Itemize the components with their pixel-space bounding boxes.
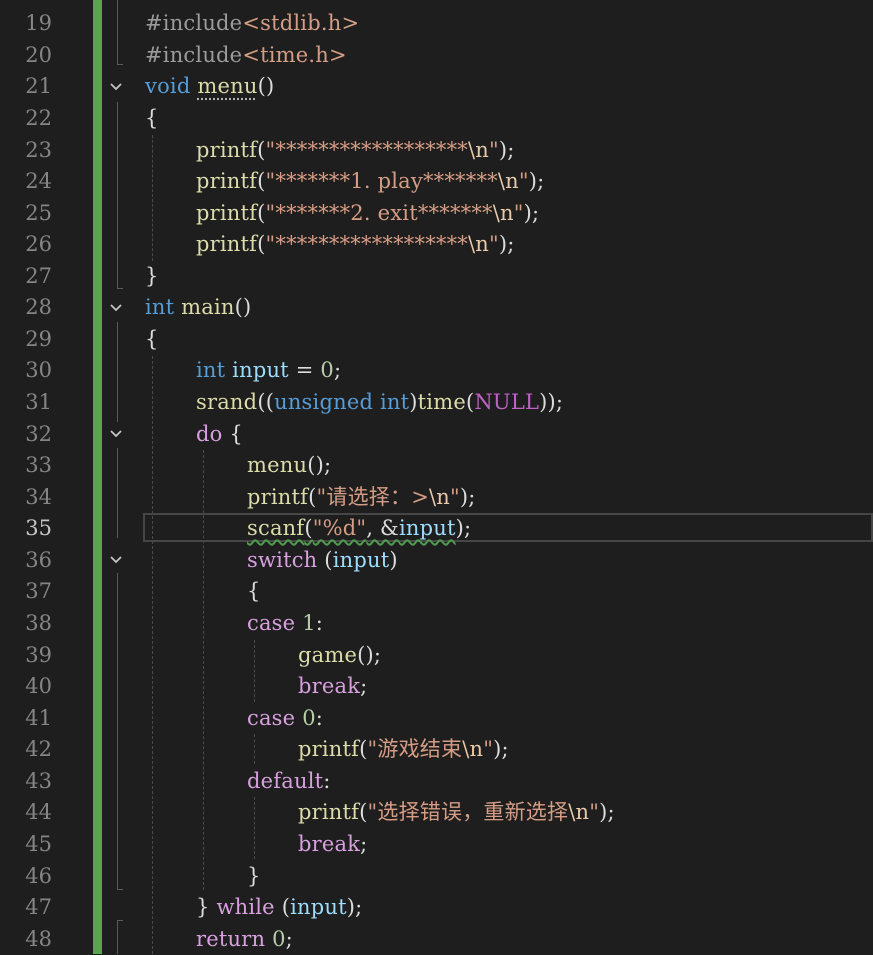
line-number: 24 — [25, 169, 52, 193]
code-line-48: return 0; — [196, 927, 293, 951]
code-line-25: printf("*******2. exit*******\n"); — [196, 201, 540, 225]
code-line-29: { — [145, 327, 159, 351]
line-number: 32 — [25, 422, 52, 446]
line-number: 47 — [25, 895, 52, 919]
indent-guide — [152, 356, 153, 954]
indent-guide — [152, 135, 153, 261]
code-line-26: printf("******************\n"); — [196, 232, 515, 256]
line-number: 46 — [25, 864, 52, 888]
line-number: 40 — [25, 674, 52, 698]
line-number: 36 — [25, 548, 52, 572]
code-editor[interactable]: 19 20 21 22 23 24 25 26 27 28 29 30 31 3… — [0, 0, 873, 954]
code-line-37: { — [247, 579, 261, 603]
outline-line-end — [117, 288, 123, 289]
code-line-21: void menu() — [145, 74, 275, 98]
outline-line — [117, 102, 118, 288]
line-number: 21 — [25, 74, 52, 98]
line-number: 23 — [25, 138, 52, 162]
code-line-47: } while (input); — [196, 895, 363, 919]
line-number: 28 — [25, 295, 52, 319]
outline-line-end — [117, 889, 123, 890]
code-line-35: scanf("%d", &input); — [247, 516, 472, 540]
line-number: 33 — [25, 453, 52, 477]
code-line-30: int input = 0; — [196, 358, 342, 382]
outline-line — [117, 448, 118, 538]
change-indicator-bar — [93, 0, 102, 954]
code-line-38: case 1: — [247, 611, 324, 635]
line-number: 25 — [25, 201, 52, 225]
outline-line — [117, 322, 118, 422]
line-number: 22 — [25, 106, 52, 130]
line-number: 45 — [25, 832, 52, 856]
indent-guide — [254, 640, 255, 702]
code-line-43: default: — [247, 769, 331, 793]
code-line-33: menu(); — [247, 453, 332, 477]
code-line-24: printf("*******1. play*******\n"); — [196, 169, 545, 193]
code-line-34: printf("请选择：>\n"); — [247, 485, 476, 509]
chevron-down-icon[interactable] — [109, 553, 123, 567]
line-number: 48 — [25, 927, 52, 951]
code-line-39: game(); — [298, 643, 382, 667]
chevron-down-icon[interactable] — [109, 301, 123, 315]
line-number: 41 — [25, 706, 52, 730]
indent-guide — [254, 734, 255, 764]
chevron-down-icon[interactable] — [109, 427, 123, 441]
outline-line-end — [117, 64, 123, 65]
outline-line-end — [117, 920, 123, 921]
code-line-28: int main() — [145, 295, 252, 319]
outline-line — [117, 573, 118, 889]
line-number: 39 — [25, 643, 52, 667]
code-line-20: #include<time.h> — [145, 43, 347, 67]
code-line-46: } — [247, 864, 261, 888]
code-line-41: case 0: — [247, 706, 324, 730]
code-line-23: printf("******************\n"); — [196, 138, 515, 162]
code-line-27: } — [145, 264, 159, 288]
line-number: 31 — [25, 390, 52, 414]
line-number-active: 35 — [25, 516, 52, 540]
line-number-gutter: 19 20 21 22 23 24 25 26 27 28 29 30 31 3… — [0, 0, 60, 954]
chevron-down-icon[interactable] — [109, 80, 123, 94]
line-number: 19 — [25, 11, 52, 35]
outline-line — [117, 920, 118, 954]
code-line-40: break; — [298, 674, 368, 698]
outline-line — [117, 0, 118, 64]
code-line-31: srand((unsigned int)time(NULL)); — [196, 390, 564, 414]
line-number: 38 — [25, 611, 52, 635]
indent-guide — [254, 797, 255, 859]
line-number: 29 — [25, 327, 52, 351]
code-line-22: { — [145, 106, 159, 130]
line-number: 30 — [25, 358, 52, 382]
code-line-36: switch (input) — [247, 548, 398, 572]
line-number: 44 — [25, 800, 52, 824]
line-number: 42 — [25, 737, 52, 761]
code-line-44: printf("选择错误，重新选择\n"); — [298, 800, 615, 824]
line-number: 20 — [25, 43, 52, 67]
code-line-19: #include<stdlib.h> — [145, 11, 360, 35]
line-number: 37 — [25, 579, 52, 603]
code-line-42: printf("游戏结束\n"); — [298, 737, 509, 761]
line-number: 43 — [25, 769, 52, 793]
line-number: 34 — [25, 485, 52, 509]
code-line-45: break; — [298, 832, 368, 856]
line-number: 26 — [25, 232, 52, 256]
code-line-32: do { — [196, 422, 243, 446]
line-number: 27 — [25, 264, 52, 288]
